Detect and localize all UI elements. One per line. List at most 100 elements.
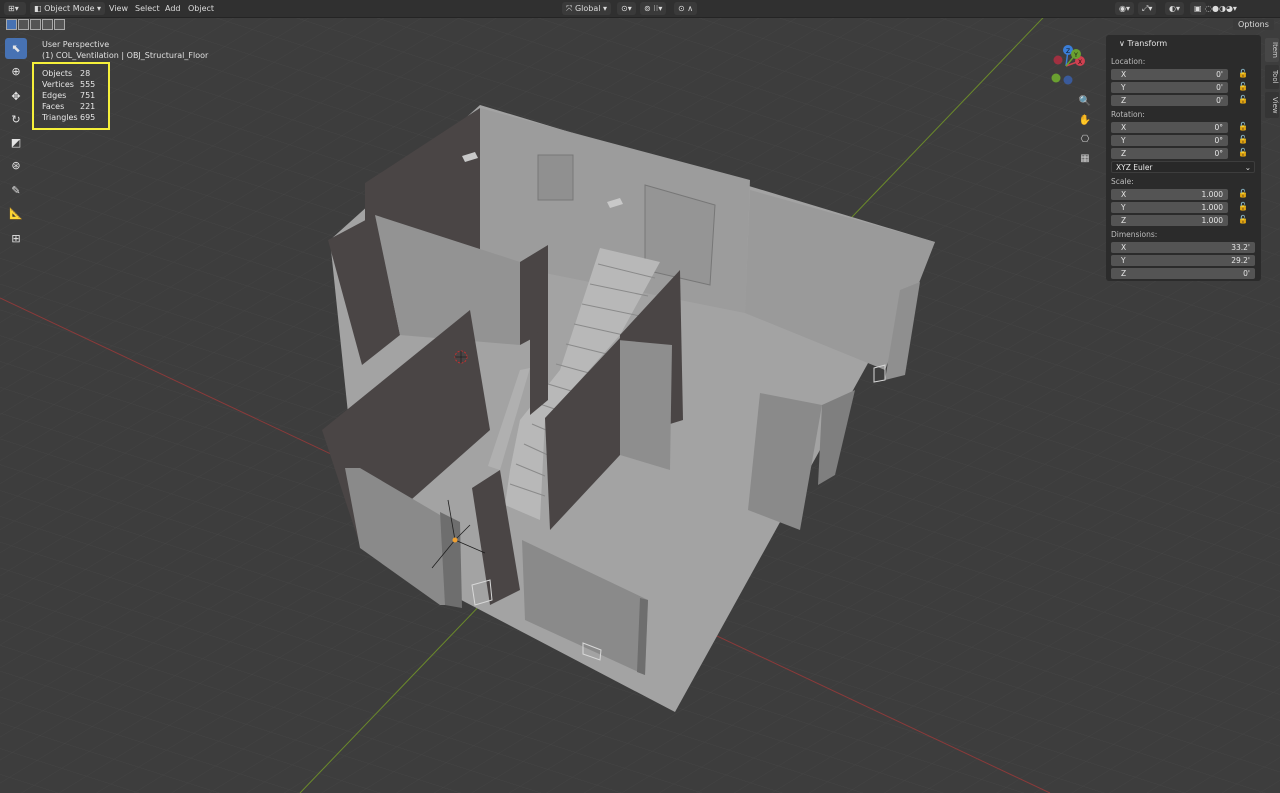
- xray-icon[interactable]: ▣: [1190, 2, 1206, 15]
- zoom-icon[interactable]: 🔍: [1076, 92, 1094, 110]
- navigation-gizmo[interactable]: X Z Y: [1046, 44, 1086, 88]
- add-cube-icon[interactable]: ⊞: [5, 228, 27, 249]
- measure-icon[interactable]: 📐: [5, 203, 27, 224]
- field-value: 0°: [1214, 123, 1223, 132]
- stat-label: Faces: [42, 102, 65, 111]
- viewport-header: ⊞▾ ◧ Object Mode ▾ View Select Add Objec…: [0, 0, 1280, 18]
- annotate-icon[interactable]: ✎: [5, 180, 27, 201]
- shading-modes[interactable]: ◌●◑◕▾: [1205, 2, 1237, 15]
- stat-value: 695: [80, 113, 96, 122]
- menu-add[interactable]: Add: [165, 2, 181, 15]
- lock-icon[interactable]: 🔓: [1238, 122, 1248, 131]
- axis-label: Z: [1121, 96, 1127, 105]
- scale-z-field[interactable]: Z 1.000: [1111, 215, 1228, 226]
- lock-icon[interactable]: 🔓: [1238, 189, 1248, 198]
- lock-icon[interactable]: 🔓: [1238, 82, 1248, 91]
- options-button[interactable]: Options: [1233, 19, 1274, 30]
- lock-icon[interactable]: 🔓: [1238, 95, 1248, 104]
- field-value: 0': [1243, 269, 1250, 278]
- pivot-icon[interactable]: ⊙▾: [617, 2, 636, 15]
- rotate-icon[interactable]: ↻: [5, 109, 27, 130]
- dimensions-label: Dimensions:: [1111, 230, 1158, 239]
- perspective-toggle-icon[interactable]: ▦: [1076, 149, 1094, 167]
- scale-label: Scale:: [1111, 177, 1134, 186]
- chevron-down-icon: ⌄: [1244, 163, 1251, 172]
- svg-text:Y: Y: [1073, 52, 1078, 59]
- viewport-info: User Perspective (1) COL_Ventilation | O…: [42, 39, 208, 61]
- stat-edges: Edges 751: [42, 91, 95, 100]
- select-box-icon[interactable]: ⬉: [5, 38, 27, 59]
- menu-view[interactable]: View: [109, 2, 128, 15]
- field-value: 0°: [1214, 136, 1223, 145]
- field-value: 1.000: [1201, 190, 1223, 199]
- pan-hand-icon[interactable]: ✋: [1076, 111, 1094, 129]
- location-y-field[interactable]: Y 0': [1111, 82, 1228, 93]
- lock-icon[interactable]: 🔓: [1238, 148, 1248, 157]
- dimensions-y-field[interactable]: Y 29.2': [1111, 255, 1255, 266]
- rotation-y-field[interactable]: Y 0°: [1111, 135, 1228, 146]
- field-value: 1.000: [1201, 203, 1223, 212]
- lock-icon[interactable]: 🔓: [1238, 202, 1248, 211]
- stat-value: 28: [80, 69, 91, 78]
- proportional-edit-icon[interactable]: ⊙ ∧: [674, 2, 698, 15]
- tab-tool[interactable]: Tool: [1265, 65, 1279, 89]
- sidebar-transform-panel: ∨ Transform Location: X 0' Y 0' Z 0' 🔓 🔓 🔓 …: [1106, 35, 1261, 281]
- menu-object[interactable]: Object: [188, 2, 214, 15]
- axis-label: X: [1121, 190, 1127, 199]
- dimensions-z-field[interactable]: Z 0': [1111, 268, 1255, 279]
- collection-info: (1) COL_Ventilation | OBJ_Structural_Flo…: [42, 51, 209, 60]
- tab-item[interactable]: Item: [1265, 38, 1279, 62]
- axis-label: Y: [1121, 136, 1126, 145]
- overlay-toggle-icon[interactable]: ◐▾: [1165, 2, 1184, 15]
- editor-type-icon[interactable]: ⊞▾: [4, 2, 26, 15]
- stat-value: 555: [80, 80, 96, 89]
- rotation-z-field[interactable]: Z 0°: [1111, 148, 1228, 159]
- stat-faces: Faces 221: [42, 102, 95, 111]
- transform-orientation-dropdown[interactable]: ⤧ Global ▾: [562, 2, 612, 15]
- rotation-x-field[interactable]: X 0°: [1111, 122, 1228, 133]
- lock-icon[interactable]: 🔓: [1238, 135, 1248, 144]
- mode-label: Object Mode: [44, 4, 95, 13]
- axis-label: Z: [1121, 216, 1127, 225]
- axis-label: Y: [1121, 256, 1126, 265]
- stat-triangles: Triangles 695: [42, 113, 95, 122]
- field-value: 0': [1216, 83, 1223, 92]
- tab-view[interactable]: View: [1265, 92, 1279, 118]
- axis-label: Y: [1121, 83, 1126, 92]
- camera-view-icon[interactable]: ⎔: [1076, 130, 1094, 148]
- mode-dropdown[interactable]: ◧ Object Mode ▾: [30, 2, 106, 15]
- field-value: 33.2': [1231, 243, 1250, 252]
- axis-label: X: [1121, 243, 1127, 252]
- gizmo-toggle-icon[interactable]: ⤢▾: [1138, 2, 1157, 15]
- scale-icon[interactable]: ◩: [5, 132, 27, 153]
- object-origin: [452, 537, 458, 543]
- axis-label: X: [1121, 123, 1127, 132]
- axis-label: Z: [1121, 269, 1127, 278]
- stat-objects: Objects 28: [42, 69, 90, 78]
- field-value: 0': [1216, 96, 1223, 105]
- stat-vertices: Vertices 555: [42, 80, 95, 89]
- axis-label: Y: [1121, 203, 1126, 212]
- snap-icon[interactable]: ⊚ ⁝⁝▾: [640, 2, 667, 15]
- menu-select[interactable]: Select: [135, 2, 160, 15]
- stat-label: Triangles: [42, 113, 78, 122]
- dimensions-x-field[interactable]: X 33.2': [1111, 242, 1255, 253]
- visibility-icon[interactable]: ◉▾: [1115, 2, 1134, 15]
- svg-text:Z: Z: [1066, 48, 1070, 55]
- rotation-mode-dropdown[interactable]: XYZ Euler ⌄: [1111, 161, 1255, 173]
- wall-panel: [537, 154, 574, 201]
- statistics-overlay: Objects 28 Vertices 555 Edges 751 Faces 221 …: [32, 62, 110, 130]
- location-z-field[interactable]: Z 0': [1111, 95, 1228, 106]
- orientation-label: Global: [574, 4, 601, 13]
- location-x-field[interactable]: X 0': [1111, 69, 1228, 80]
- move-icon[interactable]: ✥: [5, 86, 27, 107]
- panel-header[interactable]: ∨ Transform: [1119, 39, 1167, 48]
- collapse-chevron-icon[interactable]: ∨: [1119, 39, 1125, 48]
- axis-label: X: [1121, 70, 1127, 79]
- lock-icon[interactable]: 🔓: [1238, 69, 1248, 78]
- lock-icon[interactable]: 🔓: [1238, 215, 1248, 224]
- scale-x-field[interactable]: X 1.000: [1111, 189, 1228, 200]
- transform-icon[interactable]: ⊛: [5, 155, 27, 176]
- scale-y-field[interactable]: Y 1.000: [1111, 202, 1228, 213]
- cursor-icon[interactable]: ⊕: [5, 61, 27, 82]
